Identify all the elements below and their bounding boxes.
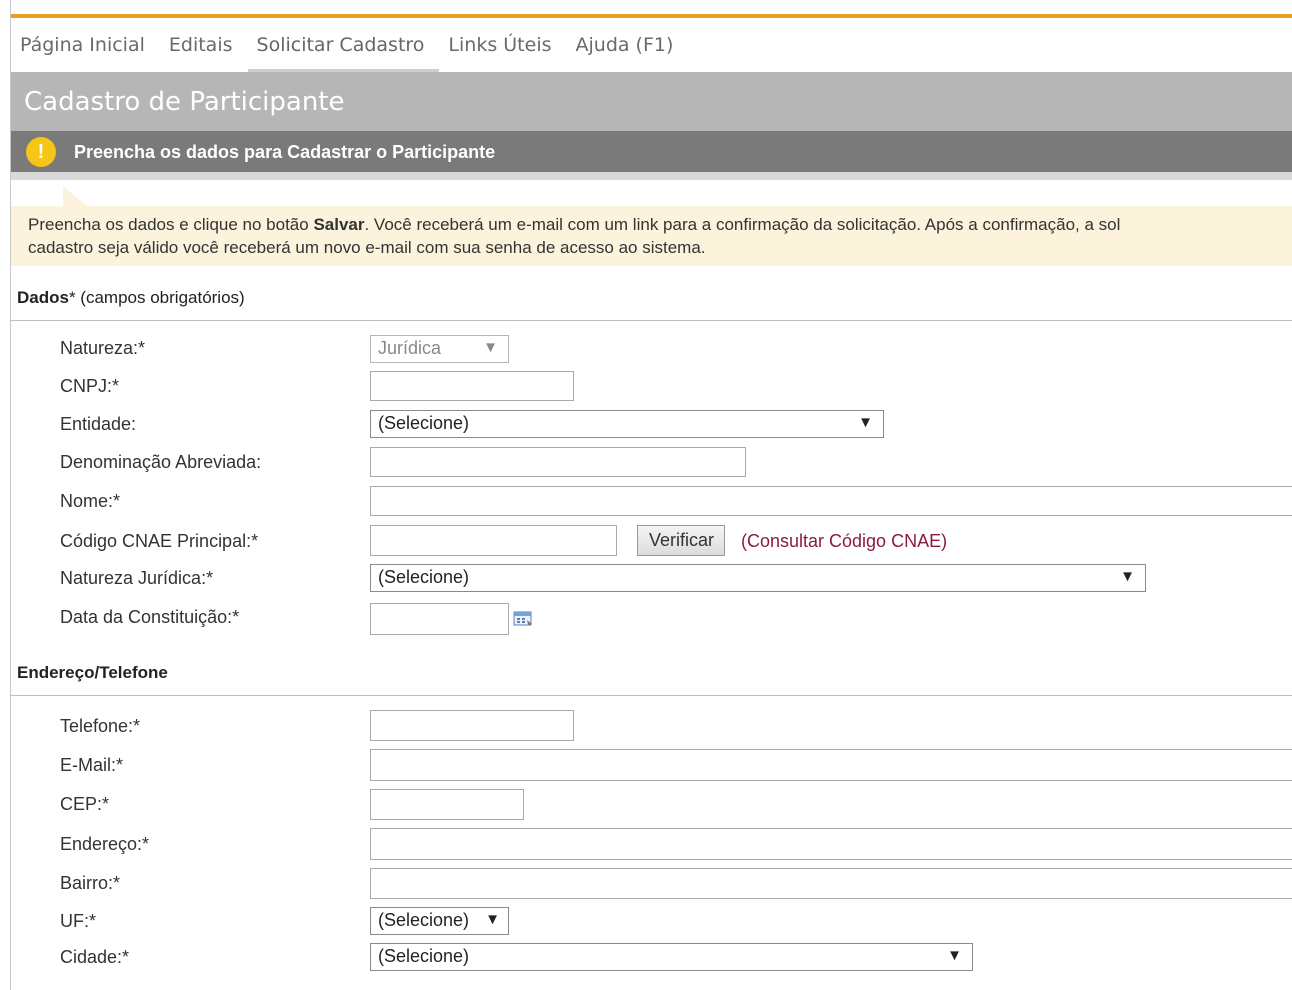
- cnae-input[interactable]: [370, 525, 617, 556]
- tab-solicitar-cadastro[interactable]: Solicitar Cadastro: [247, 18, 440, 72]
- telefone-input[interactable]: [370, 710, 574, 741]
- tab-pagina-inicial[interactable]: Página Inicial: [11, 18, 160, 72]
- exclamation-icon: !: [26, 137, 56, 167]
- section-divider: [11, 320, 1292, 321]
- chevron-down-icon: ▼: [485, 911, 500, 928]
- calendar-icon[interactable]: [513, 610, 533, 626]
- email-input[interactable]: [370, 749, 1292, 781]
- info-line-1: Preencha os dados e clique no botão Salv…: [28, 215, 1121, 234]
- info-pointer: [63, 186, 87, 206]
- endereco-input[interactable]: [370, 828, 1292, 860]
- endereco-label: Endereço:*: [60, 834, 150, 854]
- uf-label: UF:*: [60, 911, 96, 931]
- section-divider: [11, 695, 1292, 696]
- section-endereco-heading: Endereço/Telefone: [17, 663, 168, 682]
- natureza-label: Natureza:*: [60, 338, 146, 358]
- page-title: Cadastro de Participante: [24, 87, 345, 117]
- cidade-label: Cidade:*: [60, 947, 130, 967]
- page-frame: Página Inicial Editais Solicitar Cadastr…: [10, 0, 1292, 990]
- denominacao-label: Denominação Abreviada:: [60, 452, 262, 472]
- salvar-emphasis: Salvar: [313, 215, 365, 234]
- cep-label: CEP:*: [60, 794, 110, 814]
- chevron-down-icon: ▼: [947, 947, 962, 964]
- alert-message: Preencha os dados para Cadastrar o Parti…: [74, 142, 496, 162]
- natureza-juridica-label: Natureza Jurídica:*: [60, 568, 214, 588]
- tab-editais[interactable]: Editais: [160, 18, 248, 72]
- cnae-label: Código CNAE Principal:*: [60, 531, 259, 551]
- title-bar: Cadastro de Participante: [11, 72, 1292, 131]
- entidade-select[interactable]: (Selecione) ▼: [370, 410, 884, 438]
- entidade-label: Entidade:: [60, 414, 137, 434]
- cnpj-input[interactable]: [370, 371, 574, 401]
- telefone-label: Telefone:*: [60, 716, 141, 736]
- chevron-down-icon: ▼: [483, 339, 498, 356]
- data-constituicao-label: Data da Constituição:*: [60, 607, 240, 627]
- cnpj-label: CNPJ:*: [60, 376, 120, 396]
- bairro-input[interactable]: [370, 868, 1292, 899]
- cep-input[interactable]: [370, 789, 524, 820]
- consultar-cnae-link[interactable]: (Consultar Código CNAE): [741, 531, 947, 552]
- nome-label: Nome:*: [60, 491, 121, 511]
- tab-links-uteis[interactable]: Links Úteis: [439, 18, 566, 72]
- chevron-down-icon: ▼: [858, 414, 873, 431]
- alert-bar: ! Preencha os dados para Cadastrar o Par…: [11, 131, 1292, 172]
- nome-input[interactable]: [370, 486, 1292, 516]
- natureza-juridica-select[interactable]: (Selecione) ▼: [370, 564, 1146, 592]
- natureza-select[interactable]: Jurídica ▼: [370, 335, 509, 363]
- denominacao-input[interactable]: [370, 447, 746, 477]
- data-constituicao-input[interactable]: [370, 603, 509, 635]
- alert-divider: [11, 172, 1292, 180]
- tab-ajuda[interactable]: Ajuda (F1): [567, 18, 689, 72]
- info-line-2: cadastro seja válido você receberá um no…: [28, 238, 706, 257]
- email-label: E-Mail:*: [60, 755, 124, 775]
- cidade-select[interactable]: (Selecione) ▼: [370, 943, 973, 971]
- info-box: Preencha os dados e clique no botão Salv…: [11, 206, 1292, 266]
- verificar-button[interactable]: Verificar: [637, 525, 726, 556]
- top-nav: Página Inicial Editais Solicitar Cadastr…: [11, 18, 1292, 72]
- section-dados-heading: Dados* (campos obrigatórios): [17, 288, 245, 307]
- uf-select[interactable]: (Selecione) ▼: [370, 907, 509, 935]
- bairro-label: Bairro:*: [60, 873, 121, 893]
- chevron-down-icon: ▼: [1120, 568, 1135, 585]
